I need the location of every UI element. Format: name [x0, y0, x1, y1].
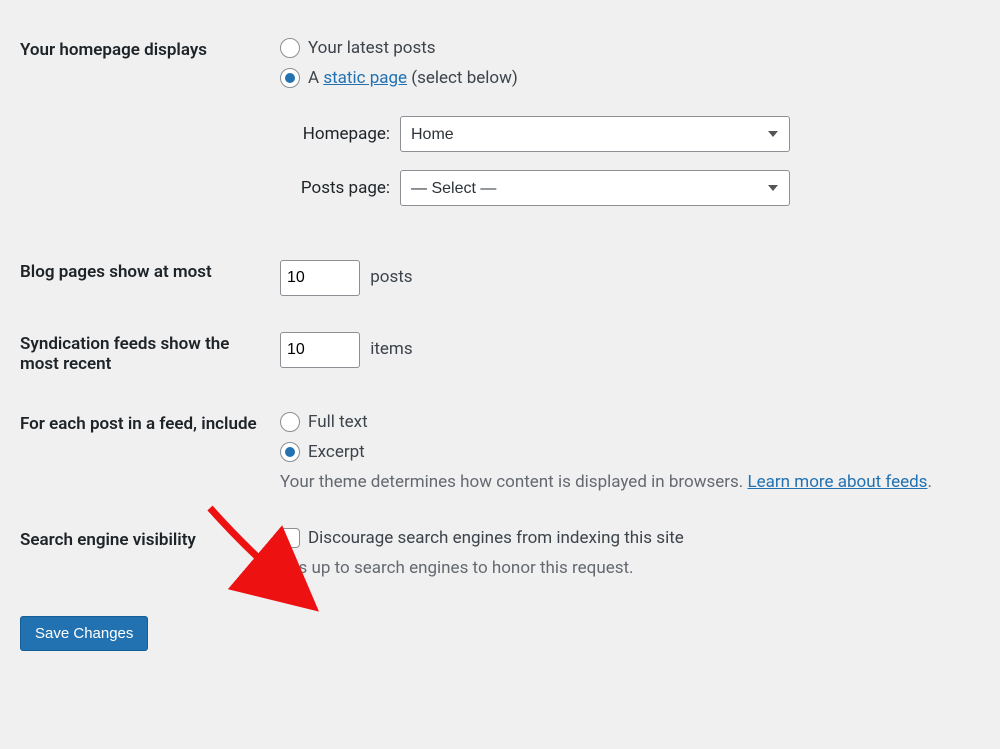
search-visibility-label: Search engine visibility: [20, 510, 280, 596]
radio-excerpt-label: Excerpt: [308, 442, 365, 462]
homepage-select-label: Homepage:: [280, 124, 400, 144]
homepage-displays-label: Your homepage displays: [20, 20, 280, 242]
radio-latest-posts-label: Your latest posts: [308, 38, 436, 58]
feed-description: Your theme determines how content is dis…: [280, 472, 980, 492]
discourage-search-checkbox[interactable]: [280, 528, 300, 548]
learn-more-feeds-link[interactable]: Learn more about feeds: [748, 472, 928, 492]
static-page-link[interactable]: static page: [323, 68, 407, 88]
blog-pages-label: Blog pages show at most: [20, 242, 280, 314]
syndication-unit: items: [370, 339, 412, 359]
postspage-select[interactable]: — Select —: [400, 170, 790, 206]
radio-full-text-label: Full text: [308, 412, 368, 432]
radio-latest-posts[interactable]: [280, 38, 300, 58]
radio-static-page[interactable]: [280, 68, 300, 88]
blog-pages-unit: posts: [370, 267, 412, 287]
blog-pages-input[interactable]: [280, 260, 360, 296]
discourage-search-label: Discourage search engines from indexing …: [308, 528, 684, 548]
save-changes-button[interactable]: Save Changes: [20, 616, 148, 651]
homepage-select[interactable]: Home: [400, 116, 790, 152]
radio-excerpt[interactable]: [280, 442, 300, 462]
radio-full-text[interactable]: [280, 412, 300, 432]
search-visibility-desc: It is up to search engines to honor this…: [280, 558, 980, 578]
syndication-input[interactable]: [280, 332, 360, 368]
postspage-select-label: Posts page:: [280, 178, 400, 198]
radio-static-page-label: A static page (select below): [308, 68, 518, 88]
settings-form-table: Your homepage displays Your latest posts…: [20, 20, 980, 596]
feed-content-label: For each post in a feed, include: [20, 394, 280, 510]
syndication-label: Syndication feeds show the most recent: [20, 314, 280, 394]
